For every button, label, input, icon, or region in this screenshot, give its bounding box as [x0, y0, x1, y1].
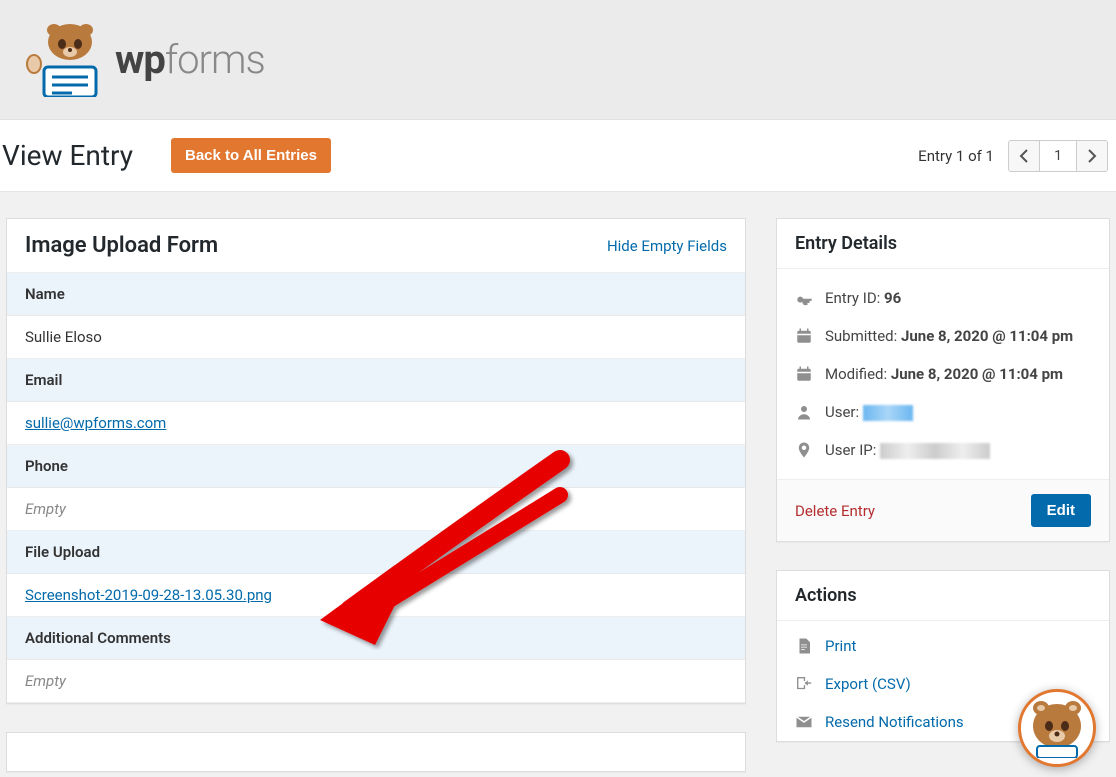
form-name-heading: Image Upload Form — [25, 233, 218, 258]
envelope-icon — [795, 713, 813, 731]
location-icon — [795, 441, 813, 459]
pager-prev-button[interactable] — [1008, 140, 1040, 172]
field-value-file-upload: Screenshot-2019-09-28-13.05.30.png — [7, 574, 745, 617]
redacted-user — [863, 405, 913, 421]
export-csv-link[interactable]: Export (CSV) — [825, 675, 911, 693]
notes-panel-stub — [6, 732, 746, 772]
help-widget-avatar[interactable] — [1018, 689, 1096, 767]
field-value-email: sullie@wpforms.com — [7, 402, 745, 445]
field-label-name: Name — [7, 273, 745, 316]
pager-next-button[interactable] — [1076, 140, 1108, 172]
field-value-phone: Empty — [7, 488, 745, 531]
detail-submitted: Submitted: June 8, 2020 @ 11:04 pm — [795, 317, 1091, 355]
edit-button[interactable]: Edit — [1031, 494, 1091, 527]
calendar-icon — [795, 365, 813, 383]
mascot-icon — [20, 22, 105, 97]
detail-entry-id: Entry ID: 96 — [795, 279, 1091, 317]
title-bar: View Entry Back to All Entries Entry 1 o… — [0, 120, 1116, 192]
logo-text: wpforms — [115, 36, 265, 83]
field-label-email: Email — [7, 359, 745, 402]
field-value-comments: Empty — [7, 660, 745, 703]
resend-notifications-link[interactable]: Resend Notifications — [825, 713, 964, 731]
back-to-entries-button[interactable]: Back to All Entries — [171, 138, 331, 173]
print-link[interactable]: Print — [825, 637, 856, 655]
field-label-comments: Additional Comments — [7, 617, 745, 660]
hide-empty-fields-link[interactable]: Hide Empty Fields — [607, 237, 727, 255]
field-label-file-upload: File Upload — [7, 531, 745, 574]
detail-user: User: — [795, 393, 1091, 431]
chevron-left-icon — [1019, 149, 1029, 163]
mascot-avatar-icon — [1027, 698, 1087, 758]
logo-bar: wpforms — [0, 0, 1116, 120]
page-title: View Entry — [2, 139, 133, 172]
detail-modified: Modified: June 8, 2020 @ 11:04 pm — [795, 355, 1091, 393]
user-icon — [795, 403, 813, 421]
email-link[interactable]: sullie@wpforms.com — [25, 414, 166, 432]
field-value-name: Sullie Eloso — [7, 316, 745, 359]
detail-user-ip: User IP: — [795, 431, 1091, 469]
pager: 1 — [1008, 140, 1108, 172]
entry-details-heading: Entry Details — [795, 233, 897, 254]
redacted-ip — [880, 443, 990, 459]
document-icon — [795, 637, 813, 655]
entry-count: Entry 1 of 1 — [918, 147, 994, 165]
entry-details-panel: Entry Details Entry ID: 96 Submitted: Ju… — [776, 218, 1110, 542]
calendar-icon — [795, 327, 813, 345]
export-icon — [795, 675, 813, 693]
chevron-right-icon — [1087, 149, 1097, 163]
pager-page-number: 1 — [1040, 140, 1076, 172]
field-label-phone: Phone — [7, 445, 745, 488]
actions-heading: Actions — [795, 585, 857, 606]
entry-fields-panel: Image Upload Form Hide Empty Fields Name… — [6, 218, 746, 704]
file-link[interactable]: Screenshot-2019-09-28-13.05.30.png — [25, 586, 272, 604]
wpforms-logo: wpforms — [20, 22, 265, 97]
action-print[interactable]: Print — [795, 627, 1091, 665]
delete-entry-link[interactable]: Delete Entry — [795, 502, 875, 520]
key-icon — [795, 289, 813, 307]
